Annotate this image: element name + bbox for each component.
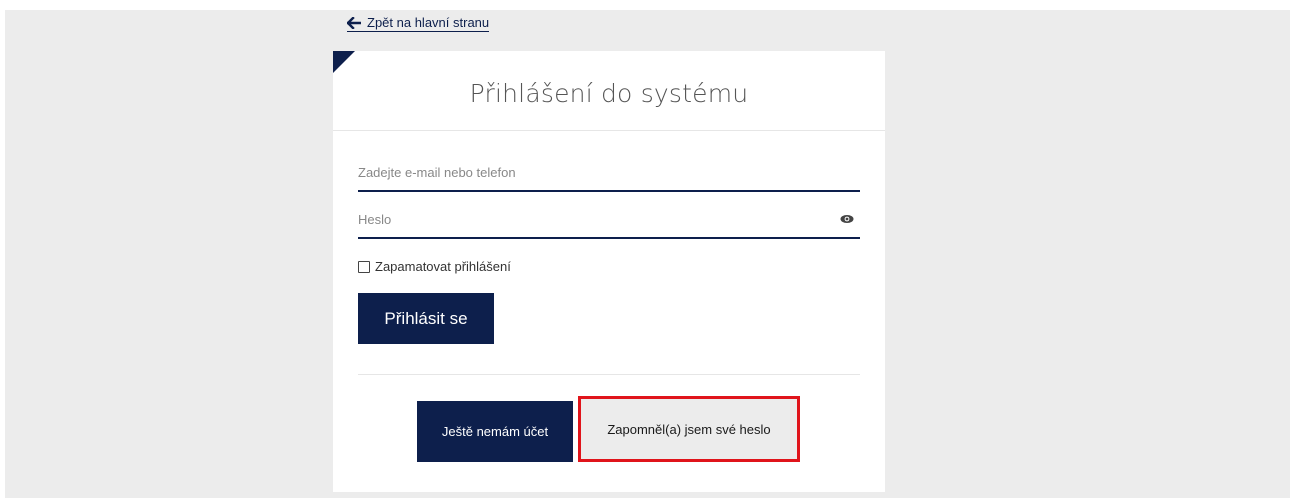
arrow-left-icon bbox=[347, 16, 361, 29]
back-to-home-link[interactable]: Zpět na hlavní stranu bbox=[347, 15, 490, 32]
corner-decoration bbox=[333, 51, 355, 73]
email-field bbox=[358, 160, 860, 192]
register-button[interactable]: Ještě nemám účet bbox=[417, 401, 573, 462]
forgot-password-button[interactable]: Zapomněl(a) jsem své heslo bbox=[578, 396, 800, 462]
remember-login-checkbox[interactable]: Zapamatovat přihlášení bbox=[358, 259, 511, 274]
page-title: Přihlášení do systému bbox=[469, 79, 749, 108]
checkbox-icon[interactable] bbox=[358, 260, 370, 273]
login-card: Přihlášení do systému Zapamatovat přihlá… bbox=[333, 51, 885, 492]
remember-label: Zapamatovat přihlášení bbox=[375, 259, 511, 274]
eye-icon[interactable] bbox=[840, 214, 854, 224]
email-input[interactable] bbox=[358, 160, 828, 184]
password-input[interactable] bbox=[358, 207, 828, 231]
divider bbox=[358, 374, 860, 375]
login-button[interactable]: Přihlásit se bbox=[358, 293, 494, 344]
back-link-label: Zpět na hlavní stranu bbox=[367, 15, 490, 30]
card-header: Přihlášení do systému bbox=[333, 51, 885, 131]
password-field bbox=[358, 207, 860, 239]
